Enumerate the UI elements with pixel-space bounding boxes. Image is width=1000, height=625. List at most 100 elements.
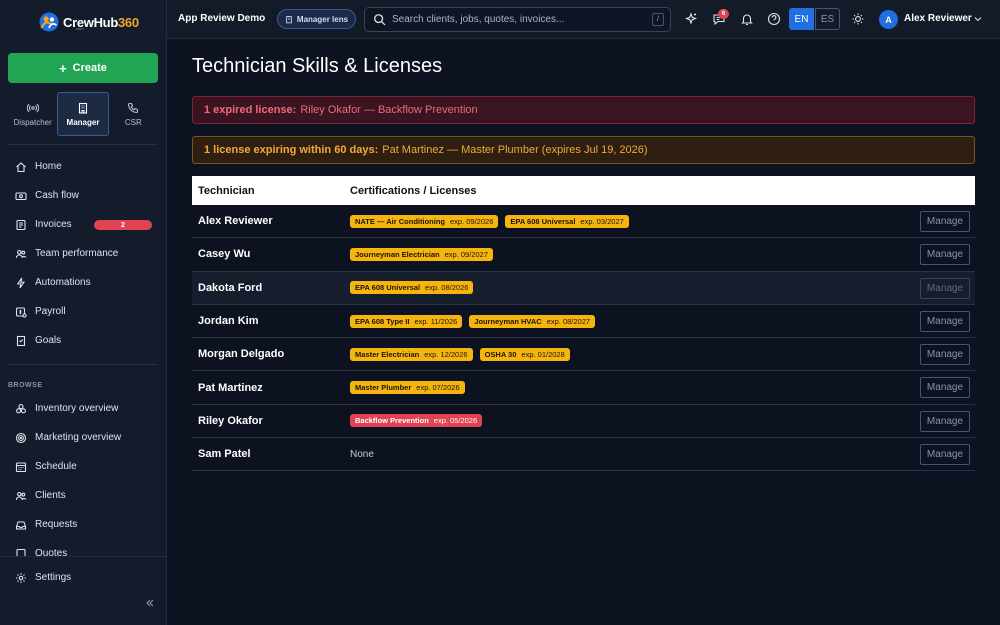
manage-button[interactable]: Manage <box>920 377 970 399</box>
manage-button[interactable]: Manage <box>920 244 970 266</box>
manager-lens-label: Manager lens <box>296 14 349 24</box>
brand-name: CrewHub <box>63 14 118 30</box>
sidebar-item-marketing-overview[interactable]: Marketing overview <box>8 423 158 452</box>
lang-en-button[interactable]: EN <box>789 8 814 30</box>
sidebar-item-team-performance[interactable]: Team performance <box>8 239 158 268</box>
brand-logo[interactable]: CrewHub360 <box>38 10 139 34</box>
cert-list: EPA 608 Type II exp. 11/2026 Journeyman HV… <box>350 314 596 328</box>
sidebar-item-inventory-overview[interactable]: Inventory overview <box>8 394 158 423</box>
chevron-down-icon[interactable] <box>973 14 983 24</box>
invoice-icon <box>16 219 26 230</box>
technician-name: Dakota Ford <box>198 281 263 294</box>
manage-button[interactable]: Manage <box>920 211 970 232</box>
inbox-icon <box>15 520 27 530</box>
cert-badge: Master Electrician exp. 12/2026 <box>350 347 473 361</box>
technician-name: Sam Patel <box>198 448 251 461</box>
sidebar-item-clients[interactable]: Clients <box>8 481 158 510</box>
manage-button[interactable]: Manage <box>920 444 970 466</box>
table-body: Alex Reviewer NATE — Air Conditioning exp.… <box>192 205 975 472</box>
lens-csr[interactable]: CSR <box>109 92 158 136</box>
user-name[interactable]: Alex Reviewer <box>904 13 972 24</box>
collapse-sidebar-icon[interactable] <box>144 597 156 609</box>
cert-badge: EPA 608 Universal exp. 08/2026 <box>350 281 474 295</box>
sidebar-item-automations[interactable]: Automations <box>8 268 158 297</box>
manage-button[interactable]: Manage <box>920 410 970 432</box>
create-label: Create <box>72 62 107 74</box>
page-title: Technician Skills & Licenses <box>192 55 443 77</box>
cert-badge: Journeyman Electrician exp. 09/2027 <box>350 247 493 261</box>
gear-icon <box>16 572 26 583</box>
manage-button[interactable]: Manage <box>920 310 970 332</box>
create-button[interactable]: + Create <box>8 53 158 83</box>
cert-expiry: exp. 08/2026 <box>425 283 469 293</box>
manage-button[interactable]: Manage <box>920 277 970 299</box>
cert-name: Journeyman Electrician <box>355 249 440 259</box>
technician-name: Pat Martinez <box>198 381 263 394</box>
sidebar-item-label: Settings <box>35 572 72 583</box>
manager-lens-pill[interactable]: Manager lens <box>277 9 356 29</box>
cert-expiry: exp. 03/2027 <box>580 216 624 226</box>
sidebar-item-requests[interactable]: Requests <box>8 510 158 539</box>
bell-icon[interactable] <box>740 12 754 26</box>
lang-es-button[interactable]: ES <box>815 8 840 30</box>
technician-name: Casey Wu <box>198 248 251 261</box>
crewhub-logo-icon <box>38 11 60 33</box>
alert-text: Riley Okafor — Backflow Prevention <box>300 104 478 116</box>
cert-expiry: exp. 11/2026 <box>414 316 458 326</box>
sidebar-item-invoices[interactable]: Invoices 2 <box>8 210 158 239</box>
skills-table: Technician Certifications / Licenses Ale… <box>192 176 975 472</box>
cert-expiry: exp. 09/2027 <box>444 249 488 259</box>
sidebar-item-schedule[interactable]: Schedule <box>8 452 158 481</box>
sidebar-item-settings[interactable]: Settings <box>8 563 158 592</box>
technician-name: Alex Reviewer <box>198 215 273 228</box>
plus-icon: + <box>59 60 67 76</box>
table-row: Riley Okafor Backflow Prevention exp. 05/2… <box>192 405 975 439</box>
table-row: Morgan Delgado Master Electrician exp. 12/… <box>192 338 975 372</box>
avatar[interactable]: A <box>879 10 898 29</box>
boxes-icon <box>16 403 26 413</box>
target-icon <box>15 432 27 443</box>
sidebar-item-label: Cash flow <box>35 190 79 201</box>
primary-nav: Home Cash flow Invoices 2 Team performan… <box>8 152 158 355</box>
sidebar-footer: Settings <box>0 556 166 625</box>
lens-manager[interactable]: Manager <box>57 92 109 136</box>
lens-dispatcher-label: Dispatcher <box>13 117 52 127</box>
sidebar-item-home[interactable]: Home <box>8 152 158 181</box>
app-title: App Review Demo <box>178 13 266 24</box>
sparkle-icon[interactable] <box>684 12 698 26</box>
table-row: Pat Martinez Master Plumber exp. 07/2026 Ma… <box>192 371 975 405</box>
sidebar-item-label: Schedule <box>35 461 77 472</box>
sidebar-item-label: Requests <box>35 519 78 530</box>
search-input[interactable] <box>392 14 642 25</box>
home-icon <box>16 161 26 172</box>
cert-name: EPA 608 Type II <box>355 316 410 326</box>
cert-expiry: exp. 05/2026 <box>433 416 478 426</box>
lens-csr-label: CSR <box>124 117 142 127</box>
sidebar-item-cash-flow[interactable]: Cash flow <box>8 181 158 210</box>
search-shortcut-hint: / <box>652 13 664 26</box>
no-certs-label: None <box>350 448 374 460</box>
sun-icon[interactable] <box>851 12 865 26</box>
building-icon <box>78 102 88 114</box>
alert-strong: 1 expired license: <box>204 104 297 116</box>
goal-icon <box>16 335 26 346</box>
invoices-count-badge: 2 <box>94 220 152 230</box>
topbar: App Review Demo Manager lens / 6 EN ES A… <box>167 0 1000 39</box>
cert-badge: EPA 608 Type II exp. 11/2026 <box>350 314 463 328</box>
cash-icon <box>15 191 27 200</box>
help-icon[interactable] <box>767 12 781 26</box>
sidebar-item-label: Home <box>35 161 62 172</box>
sidebar-item-goals[interactable]: Goals <box>8 326 158 355</box>
cert-list: NATE — Air Conditioning exp. 09/2026 EPA 6… <box>350 214 629 228</box>
sidebar-item-payroll[interactable]: Payroll <box>8 297 158 326</box>
cert-badge: Journeyman HVAC exp. 08/2027 <box>469 314 596 328</box>
browse-section-label: BROWSE <box>8 382 43 389</box>
manage-button[interactable]: Manage <box>920 344 970 366</box>
lens-dispatcher[interactable]: Dispatcher <box>8 92 57 136</box>
cert-badge: NATE — Air Conditioning exp. 09/2026 <box>350 214 499 228</box>
sidebar: CrewHub360 .com + Create Dispatcher Mana… <box>0 0 167 625</box>
sidebar-item-label: Invoices <box>35 219 72 230</box>
team-icon <box>15 249 27 258</box>
table-row: Alex Reviewer NATE — Air Conditioning exp.… <box>192 205 975 239</box>
cert-name: Journeyman HVAC <box>474 316 542 326</box>
